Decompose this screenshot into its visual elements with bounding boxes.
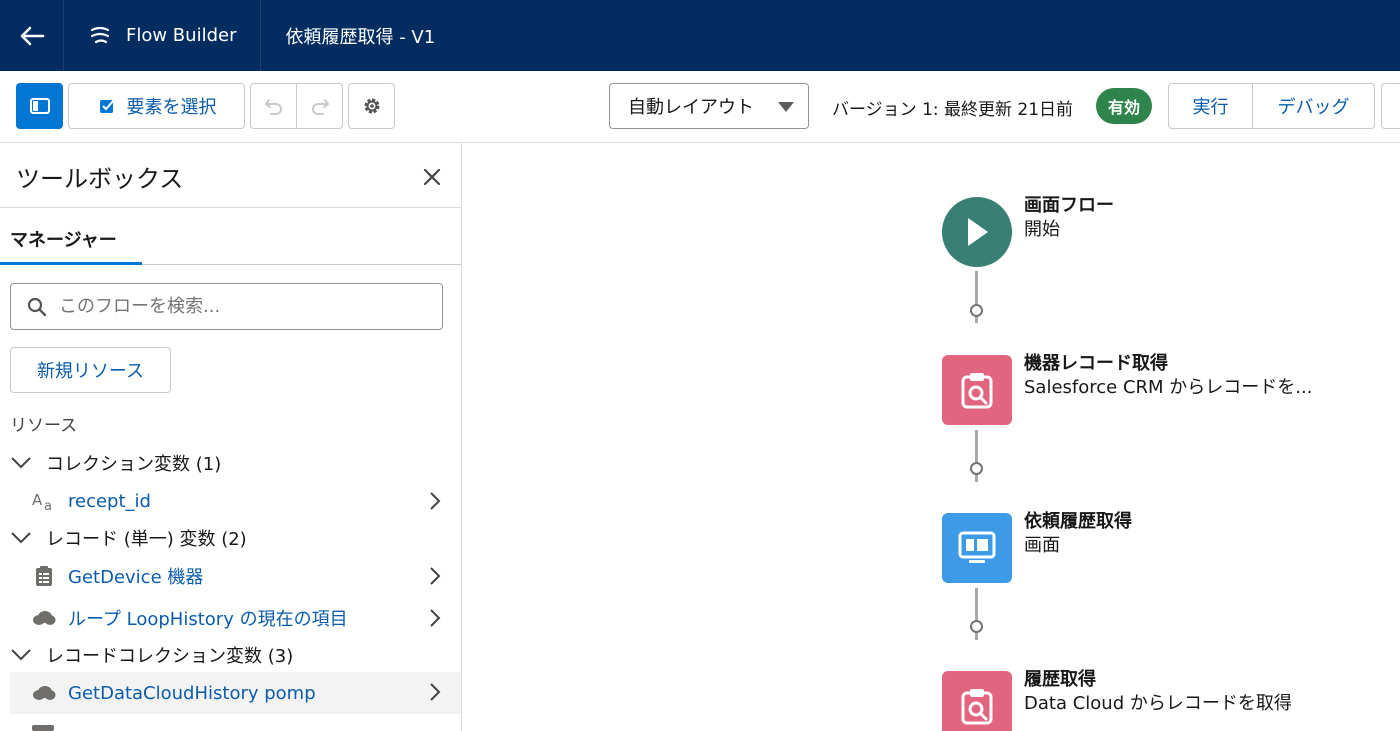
get-records-node-history[interactable] (942, 671, 1012, 731)
redo-icon (311, 99, 329, 115)
app-header: Flow Builder 依頼履歴取得 - V1 (0, 0, 1400, 71)
layout-dropdown[interactable]: 自動レイアウト (609, 83, 809, 129)
section-label: レコードコレクション変数 (3) (46, 646, 294, 667)
toolbox-panel: ツールボックス マネージャー 新規リソース リソース コレクション変数 (1) … (0, 143, 462, 731)
layout-dropdown-value: 自動レイアウト (628, 97, 754, 118)
cloud-icon (32, 685, 56, 701)
gear-icon (364, 98, 379, 114)
chevron-right-icon (428, 566, 442, 591)
chevron-right-icon (428, 725, 442, 731)
app-name-area: Flow Builder (64, 0, 262, 71)
resource-label: GetDevice 機器 (68, 567, 204, 588)
resource-label: recept_id (68, 490, 151, 512)
add-element-dot[interactable] (970, 462, 983, 475)
resources-label: リソース (10, 416, 78, 436)
resource-item-getdevice[interactable]: GetDevice 機器 (10, 556, 461, 596)
resource-label: ループ LoopHistory の現在の項目 (68, 609, 348, 630)
run-debug-group: 実行 デバッグ (1168, 83, 1375, 129)
flow-canvas[interactable]: 画面フロー 開始 機器レコード取得 Salesforce CRM からレコードを… (463, 143, 1400, 731)
toolbox-title: ツールボックス (16, 165, 184, 193)
node-subtitle: 画面 (1024, 535, 1060, 556)
debug-button[interactable]: デバッグ (1253, 83, 1375, 129)
record-icon (32, 725, 54, 731)
close-icon (423, 168, 441, 186)
select-elements-label: 要素を選択 (126, 97, 217, 118)
svg-text:a: a (44, 499, 52, 511)
search-box (10, 283, 443, 330)
back-button[interactable] (0, 0, 64, 71)
section-label: レコード (単一) 変数 (2) (46, 529, 247, 550)
redo-button[interactable] (296, 83, 343, 129)
chevron-right-icon (428, 682, 442, 707)
undo-button[interactable] (250, 83, 297, 129)
flow-logo-icon (90, 26, 110, 43)
flow-title: 依頼履歴取得 - V1 (285, 26, 436, 48)
status-badge: 有効 (1096, 88, 1153, 124)
undo-icon (264, 99, 282, 115)
section-record-variables[interactable]: レコード (単一) 変数 (2) (10, 518, 461, 558)
start-node[interactable] (942, 197, 1012, 267)
node-subtitle: 開始 (1024, 219, 1060, 240)
record-icon (32, 565, 56, 587)
section-record-collection-variables[interactable]: レコードコレクション変数 (3) (10, 635, 461, 675)
node-title: 依頼履歴取得 (1024, 511, 1132, 532)
resource-item-getdatacloudhistory[interactable]: GetDataCloudHistory pomp (10, 672, 461, 714)
cloud-icon (32, 610, 56, 626)
toggle-panel-button[interactable] (16, 83, 63, 129)
chevron-down-icon (10, 648, 34, 662)
settings-button[interactable] (348, 83, 395, 129)
toolbar: 要素を選択 自動レイアウト バージョン 1: 最終更新 21日前 有効 実行 デ… (0, 71, 1400, 143)
node-subtitle: Salesforce CRM からレコードを... (1024, 377, 1313, 398)
add-element-dot[interactable] (970, 620, 983, 633)
chevron-down-icon (10, 456, 34, 470)
chevron-right-icon (428, 491, 442, 516)
search-icon (27, 297, 47, 316)
get-records-icon (961, 373, 993, 409)
add-element-dot[interactable] (970, 304, 983, 317)
text-variable-icon: A a (32, 491, 56, 511)
screen-icon (958, 531, 996, 563)
close-toolbox-button[interactable] (420, 165, 444, 189)
select-elements-button[interactable]: 要素を選択 (68, 83, 245, 129)
overflow-button[interactable] (1381, 83, 1400, 129)
resource-item-recept-id[interactable]: A a recept_id (10, 481, 461, 521)
resource-label: GetDataCloudHistory pomp (68, 682, 316, 704)
section-collection-variables[interactable]: コレクション変数 (1) (10, 443, 461, 483)
node-title: 機器レコード取得 (1024, 353, 1168, 374)
get-records-icon (961, 689, 993, 725)
chevron-down-icon (10, 531, 34, 545)
app-name: Flow Builder (126, 25, 237, 46)
svg-text:A: A (32, 491, 43, 509)
get-records-node-device[interactable] (942, 355, 1012, 425)
toolbox-tabs: マネージャー (0, 207, 461, 265)
section-label: コレクション変数 (1) (46, 454, 222, 475)
tab-manager[interactable]: マネージャー (0, 208, 142, 265)
panel-icon (29, 98, 50, 114)
resource-item-loop-current[interactable]: ループ LoopHistory の現在の項目 (10, 598, 461, 638)
play-icon (968, 218, 988, 246)
node-title: 画面フロー (1024, 195, 1114, 216)
screen-node[interactable] (942, 513, 1012, 583)
node-title: 履歴取得 (1024, 669, 1096, 690)
node-subtitle: Data Cloud からレコードを取得 (1024, 693, 1292, 714)
version-info: バージョン 1: 最終更新 21日前 (832, 100, 1074, 120)
search-input[interactable] (59, 296, 429, 317)
chevron-right-icon (428, 608, 442, 633)
new-resource-button[interactable]: 新規リソース (10, 347, 171, 393)
back-arrow-icon (20, 26, 44, 45)
run-button[interactable]: 実行 (1168, 83, 1253, 129)
caret-down-icon (778, 102, 794, 112)
checkbox-select-icon (99, 99, 115, 113)
